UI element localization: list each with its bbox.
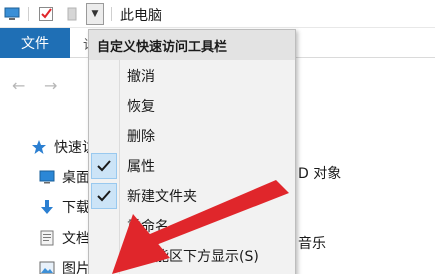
sidebar-item-label: 桌面 [62, 170, 90, 186]
menu-item-new-folder[interactable]: 新建文件夹 [89, 181, 295, 211]
picture-icon [38, 259, 56, 274]
check-icon [91, 183, 117, 209]
sidebar-item-label: 文档 [62, 231, 90, 247]
menu-item-label: 恢复 [127, 99, 155, 115]
sidebar-item-label: 下载 [62, 200, 90, 216]
music-folder-label[interactable]: 音乐 [298, 233, 326, 253]
arrow-left-icon[interactable]: ← [12, 76, 25, 95]
sidebar-item-documents[interactable]: 文档 [38, 225, 90, 251]
menu-item-undo[interactable]: 撤消 [89, 61, 295, 91]
sidebar-item-pictures[interactable]: 图片 [38, 255, 90, 274]
desktop-icon [38, 168, 56, 186]
menu-item-label: 新建文件夹 [127, 189, 197, 205]
menu-item-label: 在功能区下方显示(S) [127, 249, 259, 265]
title-separator [111, 7, 112, 21]
checkbox-empty [91, 243, 117, 269]
menu-item-delete[interactable]: 删除 [89, 121, 295, 151]
properties-check-icon[interactable] [36, 3, 56, 25]
checkbox-empty [91, 123, 117, 149]
menu-item-label: 删除 [127, 129, 155, 145]
customize-toolbar-dropdown[interactable]: ▼ [86, 3, 104, 25]
document-icon [38, 229, 56, 247]
tab-file[interactable]: 文件 [0, 28, 70, 58]
checkbox-empty [91, 213, 117, 239]
title-bar: ▼ 此电脑 [0, 0, 435, 28]
menu-item-label: 重命名 [127, 219, 169, 235]
sidebar-item-label: 图片 [62, 261, 90, 274]
customize-quick-access-menu: 自定义快速访问工具栏 撤消 恢复 删除 属性 新建文件夹 重命名 在功能区下方显… [88, 29, 296, 274]
menu-item-properties[interactable]: 属性 [89, 151, 295, 181]
download-icon [38, 198, 56, 216]
qa-separator [28, 7, 29, 21]
check-icon [91, 153, 117, 179]
sidebar-item-downloads[interactable]: 下载 [38, 194, 90, 220]
arrow-right-icon[interactable]: → [44, 76, 57, 95]
menu-item-rename[interactable]: 重命名 [89, 211, 295, 241]
checkbox-empty [91, 63, 117, 89]
window-title: 此电脑 [120, 8, 162, 24]
menu-header: 自定义快速访问工具栏 [89, 30, 295, 60]
star-icon [30, 138, 48, 156]
sidebar-item-desktop[interactable]: 桌面 [38, 164, 90, 190]
objects-folder-label[interactable]: D 对象 [298, 163, 341, 183]
menu-item-label: 属性 [127, 159, 155, 175]
menu-item-show-below-ribbon[interactable]: 在功能区下方显示(S) [89, 241, 295, 271]
menu-item-label: 撤消 [127, 69, 155, 85]
menu-item-redo[interactable]: 恢复 [89, 91, 295, 121]
checkbox-empty [91, 93, 117, 119]
chevron-down-icon: ▼ [91, 9, 99, 19]
computer-icon[interactable] [2, 3, 22, 25]
pin-folder-icon[interactable] [62, 3, 82, 25]
